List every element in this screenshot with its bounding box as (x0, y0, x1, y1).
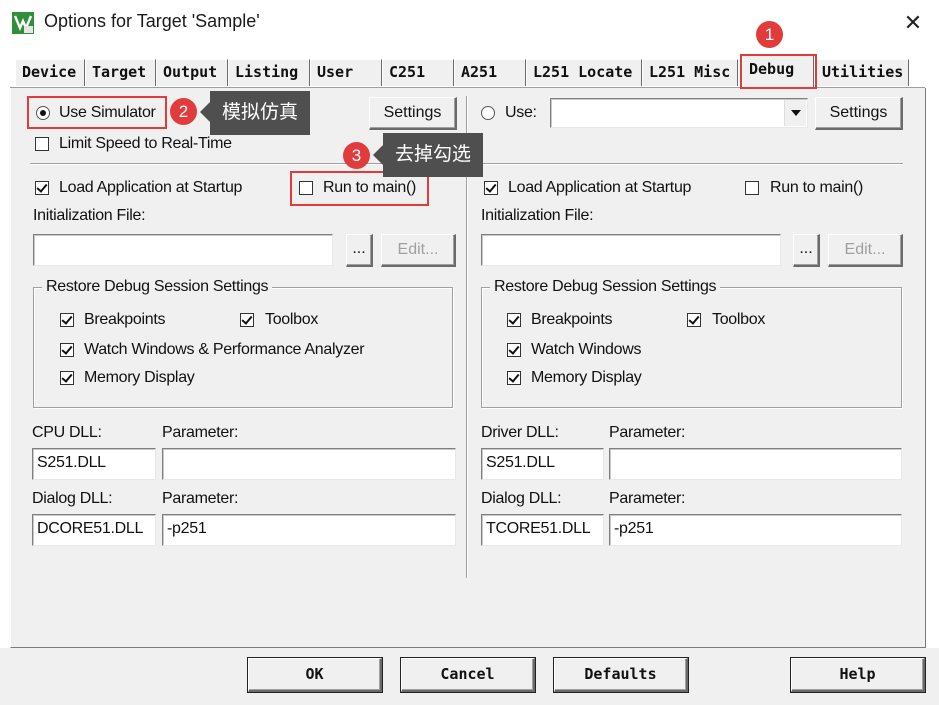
driver-settings-button[interactable]: Settings (815, 97, 903, 130)
tab-a251[interactable]: A251 (454, 59, 526, 86)
ok-button[interactable]: OK (247, 657, 383, 693)
right-init-file-browse-button[interactable]: ... (793, 234, 820, 267)
right-dialog-dll-label: Dialog DLL: (481, 490, 562, 507)
right-watch-windows-checkbox[interactable] (507, 343, 521, 357)
memory-display-label: Memory Display (84, 369, 195, 386)
limit-speed-label: Limit Speed to Real-Time (59, 135, 232, 152)
right-breakpoints-checkbox[interactable] (507, 313, 521, 327)
restore-settings-title: Restore Debug Session Settings (42, 278, 273, 296)
right-init-file-label: Initialization File: (481, 207, 594, 224)
right-run-to-main-label: Run to main() (770, 179, 864, 196)
toolbox-label: Toolbox (265, 311, 319, 328)
init-file-browse-button[interactable]: ... (346, 234, 373, 267)
right-dialog-param-label: Parameter: (609, 490, 686, 507)
watch-windows-checkbox[interactable] (60, 343, 74, 357)
driver-param-input[interactable] (609, 448, 902, 480)
right-init-file-edit-button[interactable]: Edit... (828, 234, 903, 267)
tab-target[interactable]: Target (85, 59, 156, 86)
title-bar: Options for Target 'Sample' ✕ (0, 0, 939, 46)
dialog-dll-input[interactable]: DCORE51.DLL (32, 514, 156, 546)
tab-utilities[interactable]: Utilities (815, 59, 909, 86)
driver-param-label: Parameter: (609, 424, 686, 441)
cpu-dll-label: CPU DLL: (32, 424, 102, 441)
toolbox-checkbox[interactable] (240, 313, 254, 327)
right-dialog-dll-input[interactable]: TCORE51.DLL (481, 514, 604, 546)
tab-l251-locate[interactable]: L251 Locate (526, 59, 642, 86)
breakpoints-label: Breakpoints (84, 311, 166, 328)
limit-speed-checkbox[interactable] (35, 137, 49, 151)
use-driver-label: Use: (505, 104, 537, 121)
chevron-down-icon[interactable] (784, 100, 806, 126)
memory-display-checkbox[interactable] (60, 371, 74, 385)
right-toolbox-checkbox[interactable] (687, 313, 701, 327)
dialog-dll-label: Dialog DLL: (32, 490, 113, 507)
right-init-file-input[interactable] (481, 234, 781, 266)
simulator-settings-button[interactable]: Settings (369, 97, 457, 130)
right-toolbox-label: Toolbox (712, 311, 766, 328)
annotation-badge-2: 2 (170, 98, 197, 125)
driver-select[interactable] (550, 98, 808, 128)
tab-c251[interactable]: C251 (382, 59, 454, 86)
right-breakpoints-label: Breakpoints (531, 311, 613, 328)
load-app-checkbox[interactable] (35, 181, 49, 195)
right-load-app-label: Load Application at Startup (508, 179, 692, 196)
defaults-button[interactable]: Defaults (553, 657, 689, 693)
annotation-tooltip-2: 模拟仿真 (210, 91, 311, 135)
cpu-param-label: Parameter: (162, 424, 239, 441)
annotation-highlight-debug-tab (740, 54, 817, 89)
tab-user[interactable]: User (310, 59, 382, 86)
help-button[interactable]: Help (790, 657, 926, 693)
load-app-label: Load Application at Startup (59, 179, 243, 196)
driver-dll-input[interactable]: S251.DLL (481, 448, 604, 480)
annotation-tip-arrow-2 (200, 102, 210, 122)
init-file-label: Initialization File: (33, 207, 146, 224)
annotation-tip-arrow-3 (373, 145, 383, 165)
tab-output[interactable]: Output (156, 59, 228, 86)
dialog-param-label: Parameter: (162, 490, 239, 507)
right-restore-settings-title: Restore Debug Session Settings (490, 278, 721, 296)
right-memory-display-checkbox[interactable] (507, 371, 521, 385)
init-file-input[interactable] (33, 234, 333, 266)
breakpoints-checkbox[interactable] (60, 313, 74, 327)
right-load-app-checkbox[interactable] (484, 181, 498, 195)
tab-listing[interactable]: Listing (228, 59, 310, 86)
keil-app-icon (12, 12, 34, 34)
watch-windows-label: Watch Windows & Performance Analyzer (84, 341, 365, 358)
use-driver-radio[interactable] (481, 106, 495, 120)
window-title: Options for Target 'Sample' (44, 11, 260, 31)
right-memory-display-label: Memory Display (531, 369, 642, 386)
annotation-tooltip-3: 去掉勾选 (383, 133, 484, 177)
annotation-badge-1: 1 (756, 21, 783, 48)
annotation-badge-3: 3 (343, 142, 370, 169)
close-icon[interactable]: ✕ (900, 10, 926, 36)
init-file-edit-button[interactable]: Edit... (381, 234, 456, 267)
right-dialog-param-input[interactable]: -p251 (609, 514, 902, 546)
cpu-dll-input[interactable]: S251.DLL (32, 448, 156, 480)
dialog-param-input[interactable]: -p251 (162, 514, 456, 546)
driver-dll-label: Driver DLL: (481, 424, 559, 441)
cpu-param-input[interactable] (162, 448, 456, 480)
cancel-button[interactable]: Cancel (400, 657, 536, 693)
tab-device[interactable]: Device (15, 59, 85, 86)
right-separator (478, 163, 903, 165)
annotation-highlight-use-simulator (27, 96, 167, 129)
tab-l251-misc[interactable]: L251 Misc (642, 59, 738, 86)
right-watch-windows-label: Watch Windows (531, 341, 642, 358)
right-run-to-main-checkbox[interactable] (745, 181, 759, 195)
